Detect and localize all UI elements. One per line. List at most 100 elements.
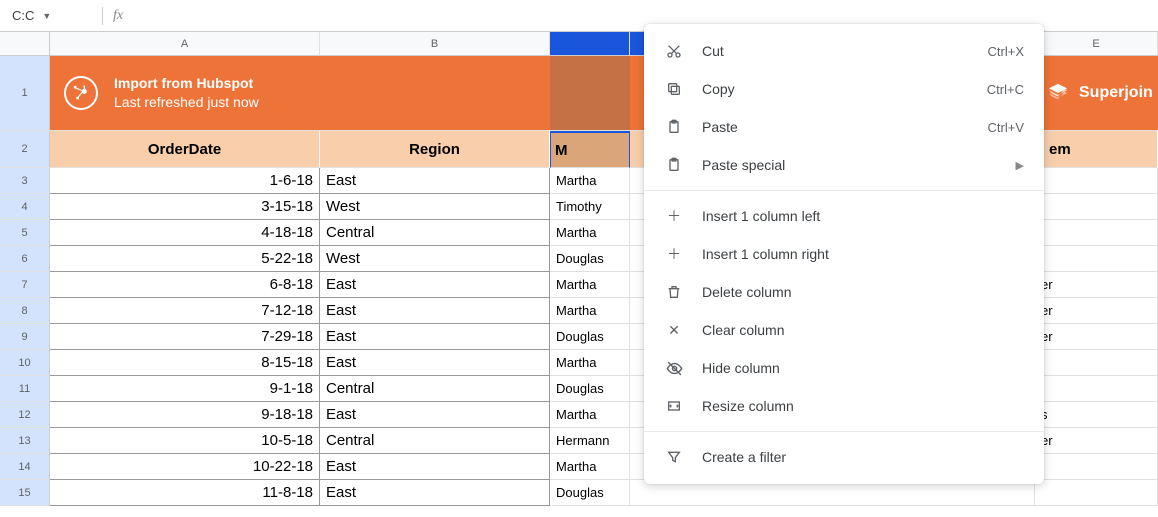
column-header-E[interactable]: E [1035, 32, 1158, 56]
row-header-8[interactable]: 8 [0, 298, 50, 324]
menu-paste-special[interactable]: Paste special ▶ [644, 146, 1044, 184]
cell-E11[interactable] [1035, 376, 1158, 402]
cell-E4[interactable] [1035, 194, 1158, 220]
row-header-13[interactable]: 13 [0, 428, 50, 454]
row-header-12[interactable]: 12 [0, 402, 50, 428]
cell-A8[interactable]: 7-12-18 [50, 298, 320, 324]
cell-A9[interactable]: 7-29-18 [50, 324, 320, 350]
column-header-A[interactable]: A [50, 32, 320, 56]
menu-insert-right[interactable]: ＋ Insert 1 column right [644, 235, 1044, 273]
row-header-2[interactable]: 2 [0, 131, 50, 168]
cell-A7[interactable]: 6-8-18 [50, 272, 320, 298]
row-header-3[interactable]: 3 [0, 168, 50, 194]
cell-A3[interactable]: 1-6-18 [50, 168, 320, 194]
menu-resize-column[interactable]: Resize column [644, 387, 1044, 425]
cell-B5[interactable]: Central [320, 220, 550, 246]
header-orderdate[interactable]: OrderDate [50, 131, 320, 168]
row-header-15[interactable]: 15 [0, 480, 50, 506]
shortcut: Ctrl+V [988, 120, 1024, 135]
cell-A12[interactable]: 9-18-18 [50, 402, 320, 428]
header-item[interactable]: em [1035, 131, 1158, 168]
cell-C3[interactable]: Martha [550, 168, 630, 194]
cell-B10[interactable]: East [320, 350, 550, 376]
cell-A15[interactable]: 11-8-18 [50, 480, 320, 506]
trash-icon [664, 284, 684, 300]
cell-C11[interactable]: Douglas [550, 376, 630, 402]
row-header-11[interactable]: 11 [0, 376, 50, 402]
cell-C5[interactable]: Martha [550, 220, 630, 246]
column-header-B[interactable]: B [320, 32, 550, 56]
cell-B15[interactable]: East [320, 480, 550, 506]
cell-B4[interactable]: West [320, 194, 550, 220]
cell-B11[interactable]: Central [320, 376, 550, 402]
cell-A11[interactable]: 9-1-18 [50, 376, 320, 402]
cell-B9[interactable]: East [320, 324, 550, 350]
cell-B12[interactable]: East [320, 402, 550, 428]
cell-C15[interactable]: Douglas [550, 480, 630, 506]
cell-B13[interactable]: Central [320, 428, 550, 454]
cell-C6[interactable]: Douglas [550, 246, 630, 272]
banner-subtitle: Last refreshed just now [114, 93, 259, 112]
cell-A10[interactable]: 8-15-18 [50, 350, 320, 376]
menu-delete-column[interactable]: Delete column [644, 273, 1044, 311]
paste-special-icon [664, 157, 684, 173]
chevron-down-icon[interactable]: ▼ [42, 11, 51, 21]
cell-E8[interactable]: er [1035, 298, 1158, 324]
row-header-10[interactable]: 10 [0, 350, 50, 376]
cell-E10[interactable] [1035, 350, 1158, 376]
menu-paste[interactable]: Paste Ctrl+V [644, 108, 1044, 146]
cell-E14[interactable] [1035, 454, 1158, 480]
menu-paste-special-label: Paste special [702, 157, 998, 173]
row-header-9[interactable]: 9 [0, 324, 50, 350]
cell-B7[interactable]: East [320, 272, 550, 298]
cell-A5[interactable]: 4-18-18 [50, 220, 320, 246]
menu-copy[interactable]: Copy Ctrl+C [644, 70, 1044, 108]
cell-C8[interactable]: Martha [550, 298, 630, 324]
cell-C4[interactable]: Timothy [550, 194, 630, 220]
cell-C13[interactable]: Hermann [550, 428, 630, 454]
banner-title: Import from Hubspot [114, 74, 259, 93]
cell-B3[interactable]: East [320, 168, 550, 194]
cell-C7[interactable]: Martha [550, 272, 630, 298]
cell-E13[interactable]: er [1035, 428, 1158, 454]
cell-E15[interactable] [1035, 480, 1158, 506]
row-header-6[interactable]: 6 [0, 246, 50, 272]
column-header-C[interactable] [550, 32, 630, 56]
menu-hide-column[interactable]: Hide column [644, 349, 1044, 387]
row-header-7[interactable]: 7 [0, 272, 50, 298]
cell-C9[interactable]: Douglas [550, 324, 630, 350]
row-header-5[interactable]: 5 [0, 220, 50, 246]
cell-banner-AB: Import from Hubspot Last refreshed just … [50, 56, 550, 131]
cell-E7[interactable]: er [1035, 272, 1158, 298]
header-region[interactable]: Region [320, 131, 550, 168]
cell-C14[interactable]: Martha [550, 454, 630, 480]
name-box[interactable]: C:C ▼ [12, 8, 92, 23]
cell-A13[interactable]: 10-5-18 [50, 428, 320, 454]
row-header-14[interactable]: 14 [0, 454, 50, 480]
cell-A6[interactable]: 5-22-18 [50, 246, 320, 272]
row-header-4[interactable]: 4 [0, 194, 50, 220]
row-header-1[interactable]: 1 [0, 56, 50, 131]
cell-B6[interactable]: West [320, 246, 550, 272]
menu-clear-column[interactable]: ✕ Clear column [644, 311, 1044, 349]
menu-cut[interactable]: Cut Ctrl+X [644, 32, 1044, 70]
cell-A4[interactable]: 3-15-18 [50, 194, 320, 220]
cell-C12[interactable]: Martha [550, 402, 630, 428]
layers-icon [1047, 82, 1069, 104]
cell-B8[interactable]: East [320, 298, 550, 324]
cell-B14[interactable]: East [320, 454, 550, 480]
cell-E1: Superjoin [1035, 56, 1158, 131]
menu-create-filter[interactable]: Create a filter [644, 438, 1044, 476]
cell-C10[interactable]: Martha [550, 350, 630, 376]
cell-E3[interactable] [1035, 168, 1158, 194]
cell-E6[interactable] [1035, 246, 1158, 272]
cell-E9[interactable]: er [1035, 324, 1158, 350]
cell-E5[interactable] [1035, 220, 1158, 246]
cell-A14[interactable]: 10-22-18 [50, 454, 320, 480]
menu-paste-label: Paste [702, 119, 970, 135]
cell-E12[interactable]: s [1035, 402, 1158, 428]
menu-insert-left[interactable]: ＋ Insert 1 column left [644, 197, 1044, 235]
eye-off-icon [664, 360, 684, 377]
header-manager[interactable]: M [550, 131, 630, 168]
corner-select-all[interactable] [0, 32, 50, 56]
